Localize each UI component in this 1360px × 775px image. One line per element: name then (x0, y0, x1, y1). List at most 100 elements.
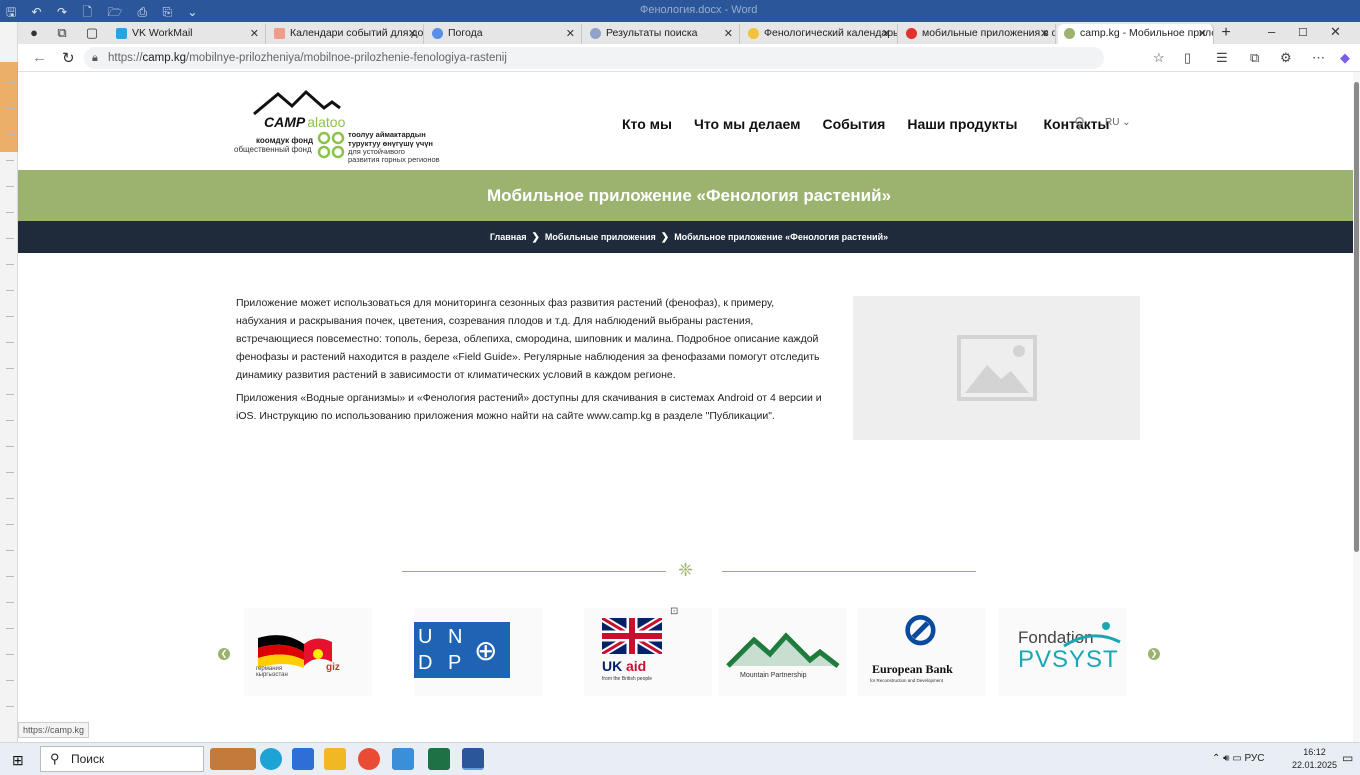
nav-what-we-do[interactable]: Что мы делаем (694, 116, 800, 132)
tab-weather[interactable]: Погода ✕ (426, 24, 582, 44)
partner-logo-undp[interactable]: U N D P ⊕ (414, 608, 542, 696)
copilot-icon[interactable]: ◆ (1340, 50, 1350, 66)
logo-brand: CAMP alatoo (264, 114, 345, 130)
close-tab-icon[interactable]: ✕ (1198, 27, 1207, 40)
vk-favicon-icon (116, 28, 127, 39)
extensions-icon[interactable]: ⚙ (1280, 50, 1292, 66)
tab-camp-active[interactable]: camp.kg - Мобильное прило ✕ (1058, 24, 1214, 44)
word-title-bar: 🖫 ↶ ↷ 🗋 🗁 ⎙ ⎘ ⌄ Фенология.docx - Word (0, 0, 1360, 22)
workspaces-icon[interactable]: ⧉ (54, 25, 70, 41)
file-explorer-icon[interactable] (324, 748, 346, 770)
more-menu-icon[interactable]: ⋯ (1312, 50, 1325, 66)
nav-products[interactable]: Наши продукты (907, 116, 1017, 132)
tab-label: Календари событий для дош (290, 27, 424, 39)
nav-events[interactable]: События (822, 116, 885, 132)
input-language[interactable]: РУС (1244, 753, 1264, 764)
close-tab-icon[interactable]: ✕ (250, 27, 259, 40)
clock-time: 16:12 (1303, 747, 1326, 757)
app-icon[interactable] (392, 748, 414, 770)
camp-alatoo-logo[interactable]: CAMP alatoo коомдук фонд общественный фон… (234, 84, 464, 164)
word-quick-access-toolbar[interactable]: 🖫 ↶ ↷ 🗋 🗁 ⎙ ⎘ ⌄ (6, 3, 203, 24)
tab-label: camp.kg - Мобильное прило (1080, 27, 1214, 39)
close-tab-icon[interactable]: ✕ (408, 27, 417, 40)
article-body: Приложение может использоваться для мони… (236, 294, 826, 430)
partner-logo-pvsyst[interactable]: Fondation PVSYST (998, 608, 1126, 696)
store-icon[interactable] (292, 748, 314, 770)
tab-vk-workmail[interactable]: VK WorkMail ✕ (110, 24, 266, 44)
reader-view-icon[interactable]: ▯ (1184, 50, 1191, 66)
visual-search-icon[interactable]: ⊡ (670, 606, 678, 617)
favorites-list-icon[interactable]: ☰ (1216, 50, 1228, 66)
logo-right-line1: тоолуу аймактардын туруктуу өнүгүшү үчүн (348, 130, 433, 148)
close-tab-icon[interactable]: ✕ (882, 27, 891, 40)
url-domain: camp.kg (142, 52, 186, 64)
ebrd-emblem-icon: ⊘ (902, 605, 939, 654)
partners-carousel: ❮ германия кыргызстан giz U N D P ⊕ UK a… (218, 604, 1168, 700)
lock-icon: 🔒︎ (92, 52, 98, 64)
pvsyst-figure-icon (1063, 622, 1121, 648)
breadcrumb-home[interactable]: Главная (490, 232, 527, 242)
tab-phenology-calendar[interactable]: Фенологический календарь ✕ (742, 24, 898, 44)
maximize-button[interactable]: ☐ (1298, 26, 1308, 39)
chrome-icon[interactable] (358, 748, 380, 770)
taskbar-search-input[interactable]: ⚲ Поиск (40, 746, 204, 772)
tab-search-results[interactable]: Результаты поиска ✕ (584, 24, 740, 44)
divider-line-right (722, 571, 976, 572)
url-input[interactable]: 🔒︎ https://camp.kg/mobilnye-prilozheniya… (84, 47, 1104, 69)
tab-actions-icon[interactable]: ▢ (84, 25, 100, 41)
collections-icon[interactable]: ⧉ (1250, 50, 1259, 66)
section-divider: ❈ (402, 560, 976, 582)
page-scrollbar[interactable] (1353, 72, 1360, 742)
word-icon[interactable] (462, 748, 484, 770)
chevron-right-icon: ❯ (531, 232, 540, 243)
article-paragraph-1: Приложение может использоваться для мони… (236, 297, 820, 381)
logo-left-line1: коомдук фонд (256, 136, 314, 145)
windows-start-icon[interactable]: ⊞ (12, 752, 24, 769)
pvsyst-line2: PVSYST (1018, 646, 1119, 673)
word-document-title: Фенология.docx - Word (640, 4, 758, 16)
site-header: CAMP alatoo коомдук фонд общественный фон… (18, 72, 1360, 170)
back-arrow-icon[interactable]: ← (32, 49, 47, 66)
close-window-button[interactable]: ✕ (1330, 24, 1341, 40)
tab-label: мобильные приложения в ф (922, 27, 1056, 39)
partner-logo-ebrd[interactable]: ⊘ European Bank for Reconstruction and D… (858, 605, 986, 696)
partner-logo-mountain-partnership[interactable]: Mountain Partnership (718, 608, 846, 696)
language-select[interactable]: RU ⌄ (1105, 117, 1131, 128)
system-tray[interactable]: ⌃ 🔊︎ ▭ РУС (1212, 753, 1265, 764)
taskbar-search-placeholder: Поиск (71, 752, 105, 766)
close-tab-icon[interactable]: ✕ (566, 27, 575, 40)
notifications-icon[interactable]: ▭ (1342, 751, 1353, 765)
undp-line1: U N (418, 626, 468, 648)
minimize-button[interactable]: – (1268, 24, 1275, 39)
breadcrumb-mobile-apps[interactable]: Мобильные приложения (545, 232, 656, 242)
tab-yandex-apps[interactable]: мобильные приложения в ф ✕ (900, 24, 1056, 44)
url-path: /mobilnye-prilozheniya/mobilnoe-prilozhe… (186, 52, 507, 64)
new-tab-button[interactable]: + (1218, 25, 1234, 41)
browser-window: ● ⧉ ▢ VK WorkMail ✕ Календари событий дл… (18, 22, 1360, 742)
reload-icon[interactable]: ↻ (62, 49, 75, 67)
favorite-star-icon[interactable]: ☆ (1153, 50, 1165, 66)
calendar-favicon-icon (274, 28, 285, 39)
edge-browser-icon[interactable] (260, 748, 282, 770)
partner-logo-ukaid[interactable]: UK aid from the British people ⊡ (584, 606, 712, 696)
taskbar-clock[interactable]: 16:12 22.01.2025 (1292, 746, 1337, 772)
close-tab-icon[interactable]: ✕ (1040, 27, 1049, 40)
carousel-prev-button[interactable]: ❮ (218, 648, 230, 660)
clock-date: 22.01.2025 (1292, 760, 1338, 770)
scrollbar-thumb[interactable] (1354, 82, 1359, 552)
tab-label: Результаты поиска (606, 27, 698, 39)
excel-icon[interactable] (428, 748, 450, 770)
close-tab-icon[interactable]: ✕ (724, 27, 733, 40)
search-icon[interactable]: ⚲ (1074, 114, 1085, 132)
search-icon: ⚲ (50, 751, 60, 766)
tab-calendars[interactable]: Календари событий для дош ✕ (268, 24, 424, 44)
chevron-right-icon: ❯ (660, 232, 670, 243)
carousel-next-button[interactable]: ❯ (1148, 648, 1160, 660)
partner-logo-giz[interactable]: германия кыргызстан giz (244, 608, 372, 696)
logo-right-text1: тоолуу аймактардын (348, 130, 426, 139)
profile-icon[interactable]: ● (26, 25, 42, 41)
nav-about[interactable]: Кто мы (622, 116, 672, 132)
search-highlight-icon[interactable] (210, 748, 256, 770)
breadcrumb-current: Мобильное приложение «Фенология растений… (674, 232, 889, 242)
logo-right-line2: для устойчивого развития горных регионов (348, 148, 440, 164)
